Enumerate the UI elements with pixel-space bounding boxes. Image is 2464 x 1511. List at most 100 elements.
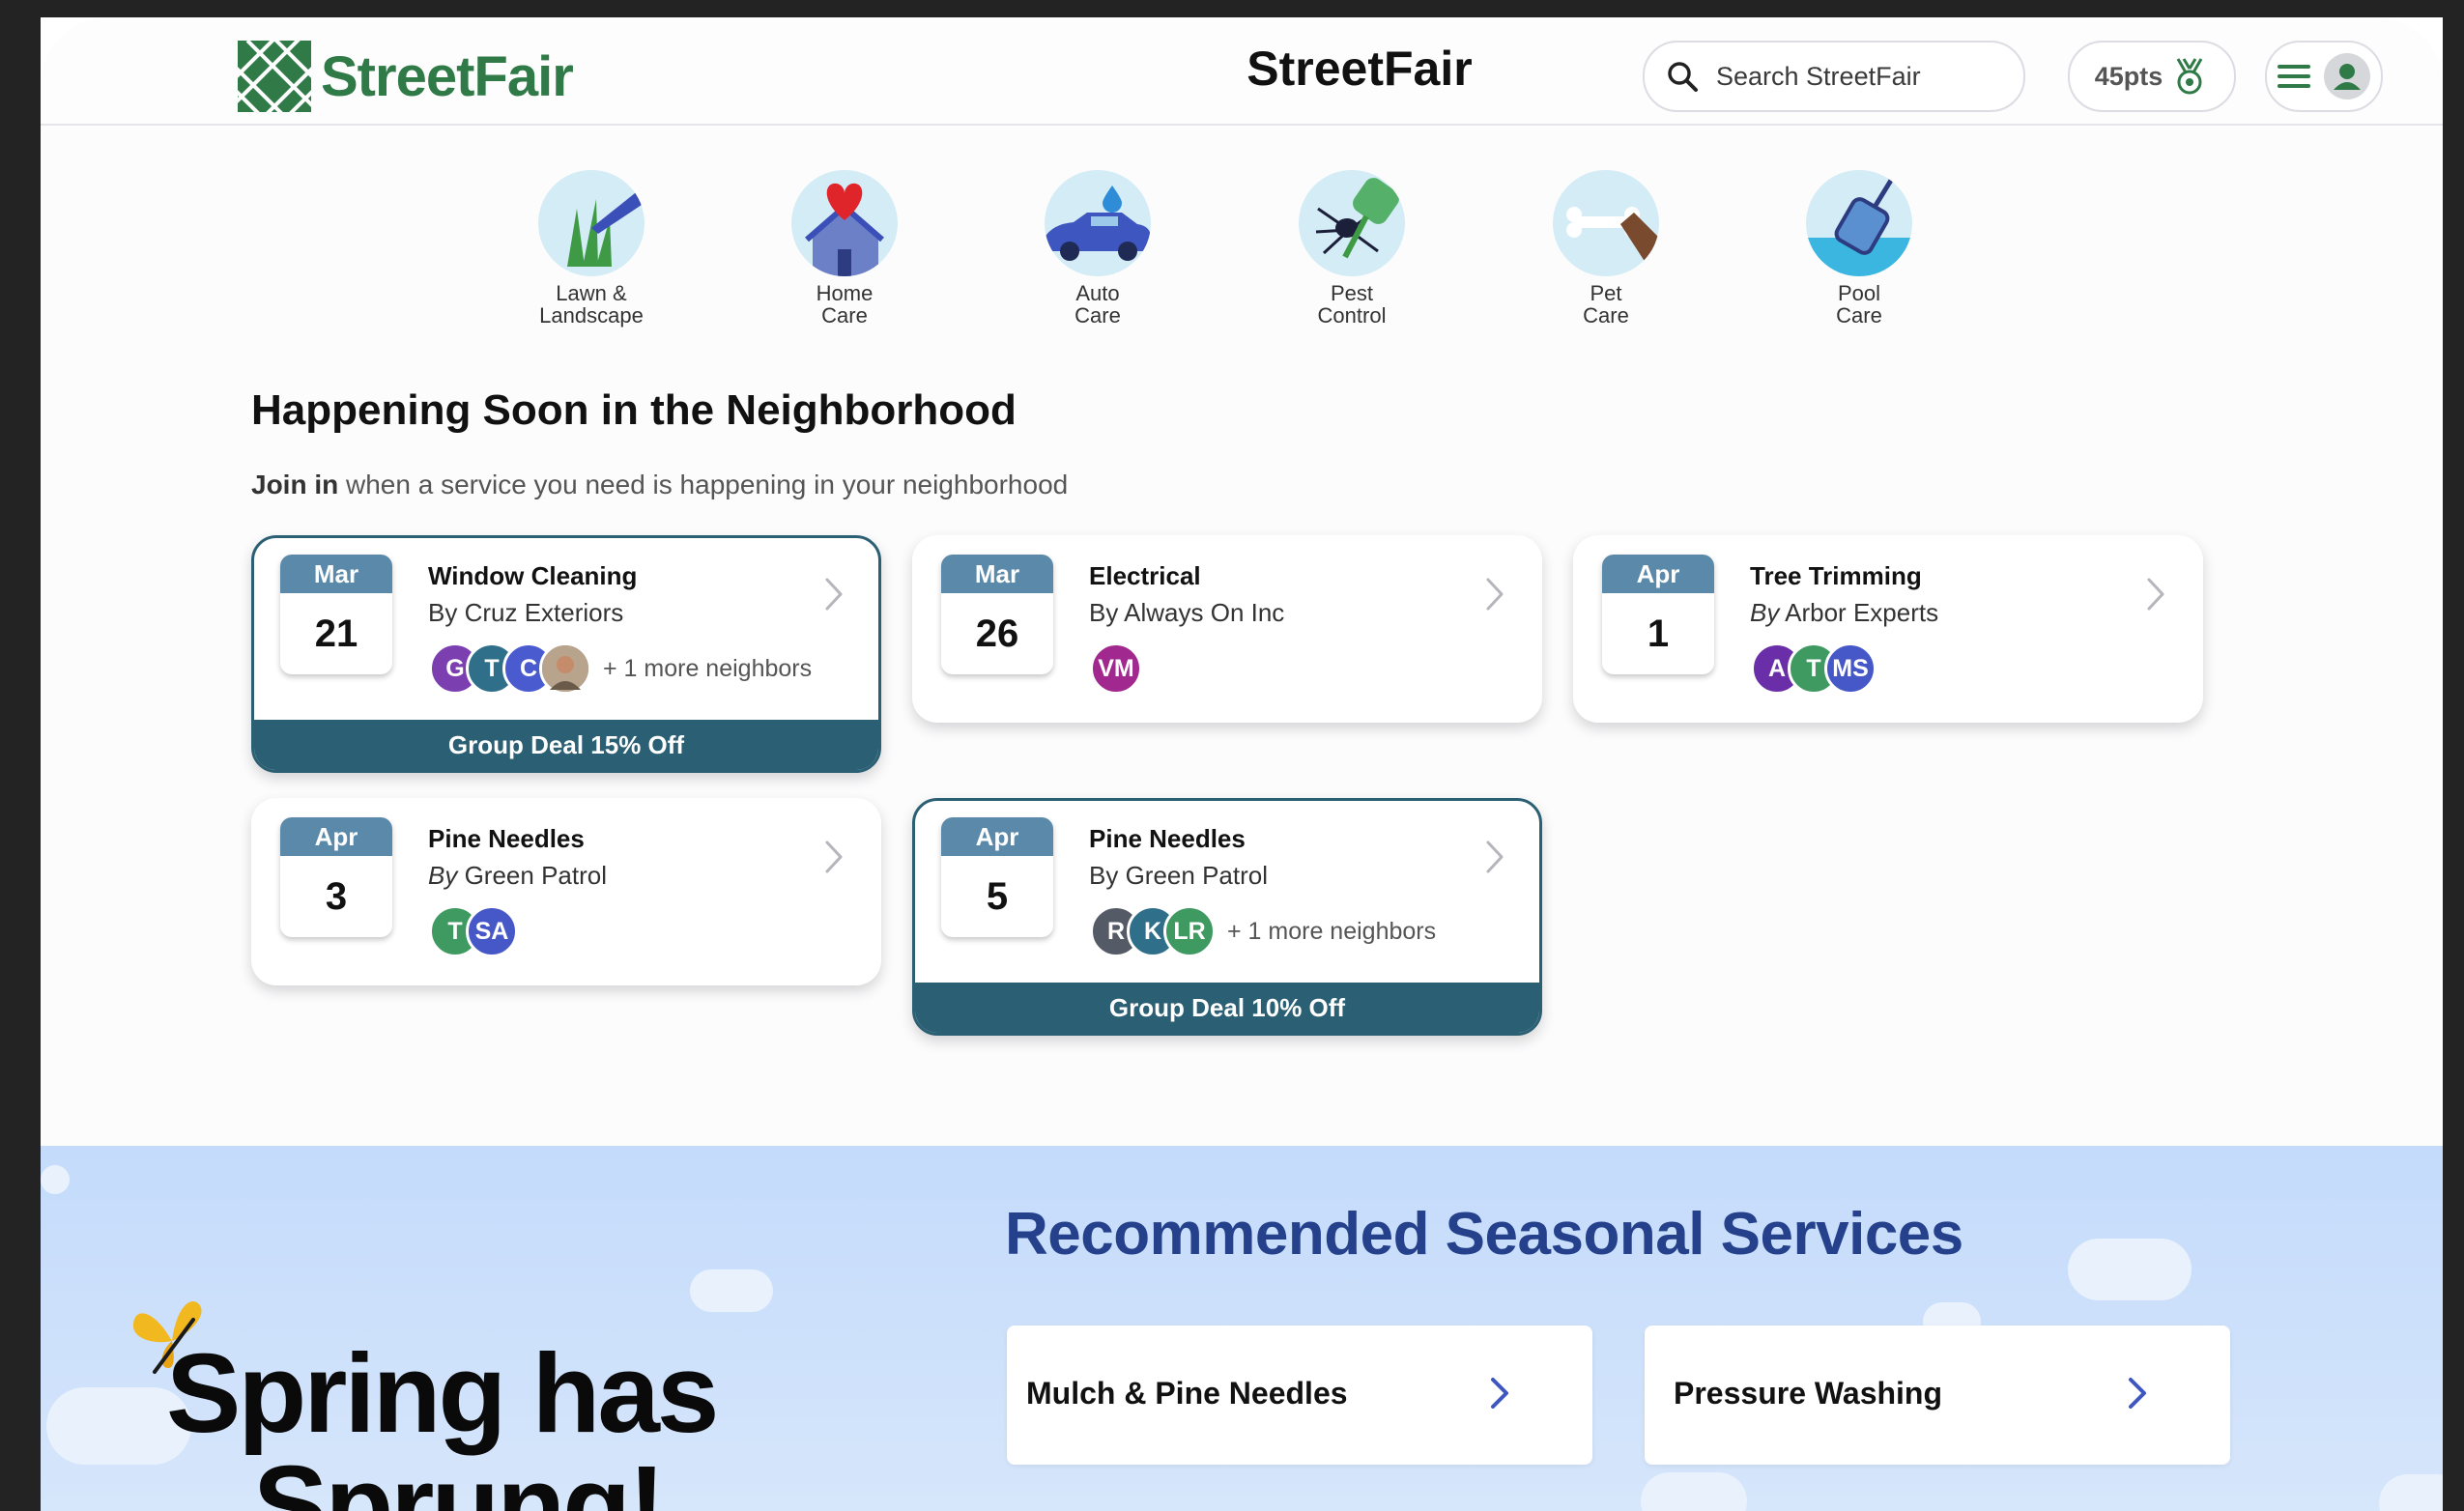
avatar-initials: SA: [474, 917, 509, 945]
account-menu-button[interactable]: [2265, 41, 2383, 112]
avatar-initials: T: [484, 654, 500, 682]
spring-hero-text: Spring has Sprung!: [166, 1330, 719, 1511]
event-date: Mar 21: [280, 555, 392, 674]
category-lawn-landscape[interactable]: Lawn & Landscape: [495, 170, 688, 327]
user-avatar-icon: [2324, 53, 2370, 100]
medal-icon: [2176, 58, 2203, 95]
event-card[interactable]: Mar 26 Electrical By Always On Inc VM: [912, 535, 1542, 723]
event-title: Electrical: [1089, 561, 1201, 590]
app-screen: StreetFair StreetFair 45pts: [41, 17, 2443, 1511]
category-label: Home Care: [816, 281, 874, 328]
event-month: Mar: [941, 555, 1053, 593]
neighbor-avatars: VM: [1090, 642, 1142, 695]
subtitle-bold: Join in: [251, 470, 339, 499]
category-label: Pool Care: [1836, 281, 1882, 328]
by-prefix: By: [1089, 861, 1119, 890]
chevron-right-icon: [2147, 578, 2164, 611]
car-icon: [1045, 170, 1151, 276]
chevron-right-icon: [825, 578, 843, 611]
logo-text: StreetFair: [321, 44, 574, 108]
group-deal-banner[interactable]: Group Deal 15% Off: [254, 720, 878, 770]
event-card-body: Apr 3 Pine Needles By Green Patrol T SA: [254, 801, 878, 983]
event-card[interactable]: Apr 1 Tree Trimming By Arbor Experts ATM…: [1573, 535, 2203, 723]
device-frame-left: [0, 0, 41, 1511]
event-provider: By Green Patrol: [1089, 861, 1268, 891]
service-label: Mulch & Pine Needles: [1026, 1376, 1348, 1411]
avatar-initials: K: [1143, 917, 1162, 945]
category-auto-care[interactable]: Auto Care: [1001, 170, 1194, 327]
avatar-initials: LR: [1173, 917, 1206, 945]
lawn-icon: [538, 170, 645, 276]
neighbor-avatar: VM: [1090, 642, 1142, 695]
happening-soon-subtitle: Join in when a service you need is happe…: [251, 470, 1068, 500]
service-label: Pressure Washing: [1674, 1376, 1943, 1411]
service-pressure-washing[interactable]: Pressure Washing: [1645, 1326, 2230, 1465]
neighbor-avatar: MS: [1824, 642, 1877, 695]
by-prefix: By: [428, 861, 458, 890]
neighbor-avatar: SA: [466, 905, 518, 957]
search-icon: [1668, 62, 1698, 92]
event-title: Pine Needles: [428, 824, 585, 853]
avatar-initials: A: [1767, 654, 1787, 682]
seasonal-title: Recommended Seasonal Services: [1005, 1201, 1963, 1268]
event-provider: By Green Patrol: [428, 861, 607, 891]
category-pool-care[interactable]: Pool Care: [1762, 170, 1956, 327]
spring-hero-line1: Spring has: [166, 1330, 719, 1456]
device-frame-right: [2443, 0, 2464, 1511]
chevron-right-icon: [1486, 578, 1504, 611]
group-deal-banner[interactable]: Group Deal 10% Off: [915, 983, 1539, 1033]
provider-name: Arbor Experts: [1785, 598, 1939, 627]
service-mulch-pine-needles[interactable]: Mulch & Pine Needles: [1007, 1326, 1592, 1465]
provider-name: Cruz Exteriors: [464, 598, 624, 627]
neighbor-avatar: [539, 642, 591, 695]
by-prefix: By: [1089, 598, 1119, 627]
neighbor-avatars: R K LR + 1 more neighbors: [1090, 905, 1436, 957]
category-home-care[interactable]: Home Care: [748, 170, 941, 327]
top-header: StreetFair StreetFair 45pts: [41, 17, 2443, 126]
event-card[interactable]: Mar 21 Window Cleaning By Cruz Exteriors…: [251, 535, 881, 773]
more-neighbors: + 1 more neighbors: [1227, 917, 1437, 945]
event-date: Mar 26: [941, 555, 1053, 674]
event-card-body: Apr 5 Pine Needles By Green Patrol R K LR +…: [915, 801, 1539, 983]
category-pet-care[interactable]: Pet Care: [1509, 170, 1703, 327]
spring-hero-line2: Sprung!: [253, 1442, 666, 1511]
provider-name: Always On Inc: [1124, 598, 1285, 627]
by-prefix: By: [428, 598, 458, 627]
search-bar[interactable]: [1643, 41, 2025, 112]
avatar-initials: T: [1806, 654, 1821, 682]
event-provider: By Cruz Exteriors: [428, 598, 623, 628]
event-title: Pine Needles: [1089, 824, 1246, 853]
category-pest-control[interactable]: Pest Control: [1255, 170, 1448, 327]
event-provider: By Arbor Experts: [1750, 598, 1938, 628]
event-month: Apr: [280, 817, 392, 856]
chevron-right-icon: [2129, 1378, 2146, 1409]
cloud-decoration: [2068, 1239, 2192, 1300]
happening-soon-title: Happening Soon in the Neighborhood: [251, 386, 1017, 434]
more-neighbors: + 1 more neighbors: [603, 654, 813, 682]
home-icon: [791, 170, 898, 276]
neighbor-avatars: G T C + 1 more neighbors: [429, 642, 812, 695]
pet-icon: [1553, 170, 1659, 276]
event-card[interactable]: Apr 3 Pine Needles By Green Patrol T SA: [251, 798, 881, 985]
event-card[interactable]: Apr 5 Pine Needles By Green Patrol R K LR +…: [912, 798, 1542, 1036]
event-provider: By Always On Inc: [1089, 598, 1284, 628]
device-frame-top: [0, 0, 2464, 17]
logo[interactable]: StreetFair: [238, 41, 574, 112]
logo-mark-icon: [238, 41, 311, 112]
event-date: Apr 3: [280, 817, 392, 937]
event-month: Mar: [280, 555, 392, 593]
event-card-body: Mar 26 Electrical By Always On Inc VM: [915, 538, 1539, 720]
event-card-body: Mar 21 Window Cleaning By Cruz Exteriors…: [254, 538, 878, 720]
event-month: Apr: [1602, 555, 1714, 593]
chevron-right-icon: [1486, 841, 1504, 873]
avatar-initials: T: [447, 917, 463, 945]
event-day: 3: [325, 875, 348, 918]
event-card-body: Apr 1 Tree Trimming By Arbor Experts ATM…: [1576, 538, 2200, 720]
search-input[interactable]: [1714, 60, 1998, 93]
subtitle-rest: when a service you need is happening in …: [338, 470, 1069, 499]
points-badge[interactable]: 45pts: [2068, 41, 2236, 112]
category-label: Pet Care: [1583, 281, 1629, 328]
cloud-decoration: [2379, 1474, 2443, 1511]
event-date: Apr 5: [941, 817, 1053, 937]
cloud-decoration: [690, 1269, 773, 1312]
